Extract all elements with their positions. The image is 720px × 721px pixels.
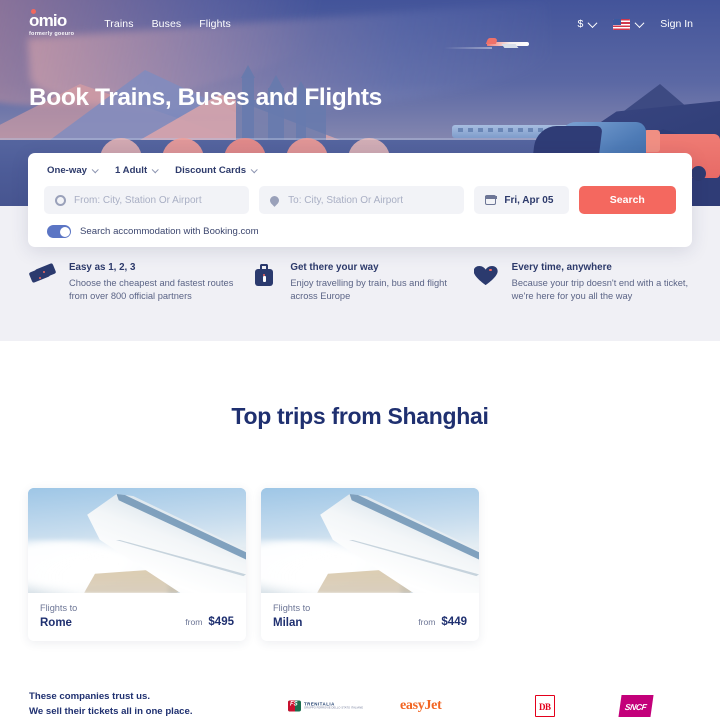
chevron-down-icon <box>587 17 598 28</box>
feature-easy-as-123: Easy as 1, 2, 3 Choose the cheapest and … <box>28 262 249 304</box>
nav-link-flights[interactable]: Flights <box>199 18 231 30</box>
sncf-logo-text: SNCF <box>624 701 648 712</box>
page-title: Book Trains, Buses and Flights <box>29 84 382 111</box>
chevron-down-icon <box>250 166 258 174</box>
trip-card-rome[interactable]: Flights to Rome from $495 <box>28 488 246 641</box>
us-flag-icon <box>613 18 631 30</box>
db-logo: DB <box>535 694 555 717</box>
destination-input[interactable]: To: City, Station Or Airport <box>259 186 465 214</box>
search-fields-row: From: City, Station Or Airport To: City,… <box>44 186 676 214</box>
logo-dot-icon <box>31 8 36 14</box>
top-trips-heading: Top trips from Shanghai <box>231 403 489 429</box>
destination-placeholder: To: City, Station Or Airport <box>288 194 404 206</box>
airplane-wing-photo <box>261 488 479 593</box>
passenger-selector[interactable]: 1 Adult <box>115 165 159 176</box>
top-navigation: omio formerly goeuro Trains Buses Flight… <box>0 0 720 48</box>
calendar-icon <box>484 195 497 205</box>
trenitalia-subtitle: GRUPPO FERROVIE DELLO STATO ITALIANE <box>304 706 364 710</box>
sign-in-button[interactable]: Sign In <box>660 18 693 30</box>
trip-card-kicker: Flights to <box>273 603 311 613</box>
trip-type-label: One-way <box>47 165 87 176</box>
accommodation-toggle-row: Search accommodation with Booking.com <box>44 225 676 238</box>
airplane-wing-photo <box>28 488 246 593</box>
price-from-label: from <box>185 617 203 627</box>
feature-every-time-anywhere: Every time, anywhere Because your trip d… <box>471 262 692 304</box>
feature-title: Every time, anywhere <box>511 262 612 273</box>
partners-section: These companies trust us. We sell their … <box>0 690 720 721</box>
logo-sub-prefix: formerly <box>29 30 55 37</box>
currency-value: $ <box>577 18 584 30</box>
search-options-row: One-way 1 Adult Discount Cards <box>44 165 676 176</box>
price-value: $495 <box>208 616 234 628</box>
logo-subtitle: formerly goeuro <box>29 31 74 37</box>
price-from-label: from <box>418 617 436 627</box>
partners-line-2: We sell their tickets all in one place. <box>29 705 193 717</box>
nav-link-buses[interactable]: Buses <box>152 18 182 30</box>
trip-type-selector[interactable]: One-way <box>47 165 99 176</box>
partner-logos: TRENITALIA GRUPPO FERROVIE DELLO STATO I… <box>280 690 710 721</box>
chevron-down-icon <box>634 17 645 28</box>
nav-link-trains[interactable]: Trains <box>104 18 133 30</box>
feature-title: Easy as 1, 2, 3 <box>69 262 136 273</box>
language-selector[interactable] <box>613 17 645 30</box>
suitcase-icon <box>249 262 279 304</box>
origin-input[interactable]: From: City, Station Or Airport <box>44 186 250 214</box>
feature-title: Get there your way <box>290 262 379 273</box>
omio-logo[interactable]: omio formerly goeuro <box>29 8 74 37</box>
discount-cards-label: Discount Cards <box>175 165 247 176</box>
db-logo-text: DB <box>539 701 551 712</box>
feature-description: Choose the cheapest and fastest routes f… <box>69 278 234 302</box>
trip-card-milan[interactable]: Flights to Milan from $449 <box>261 488 479 641</box>
circle-icon <box>55 194 66 206</box>
ticket-icon <box>28 262 58 304</box>
heart-icon <box>471 262 501 304</box>
passenger-label: 1 Adult <box>115 165 148 176</box>
logo-wordmark: omio <box>29 10 67 30</box>
trip-card-price: from $495 <box>185 616 234 628</box>
trenitalia-logo: TRENITALIA GRUPPO FERROVIE DELLO STATO I… <box>288 700 363 711</box>
trenitalia-mark-icon <box>288 700 301 711</box>
price-value: $449 <box>441 616 467 628</box>
partners-line-1: These companies trust us. <box>29 691 151 702</box>
origin-placeholder: From: City, Station Or Airport <box>74 194 202 206</box>
top-trips-cards: Flights to Rome from $495 Flights to Mil… <box>28 488 479 641</box>
location-pin-icon <box>268 193 282 207</box>
discount-cards-selector[interactable]: Discount Cards <box>175 165 258 176</box>
easyjet-logo: easyJet <box>400 697 442 713</box>
search-button[interactable]: Search <box>578 186 676 214</box>
nav-links: Trains Buses Flights <box>104 18 231 30</box>
currency-selector[interactable]: $ <box>577 17 598 30</box>
partners-text: These companies trust us. We sell their … <box>29 690 193 720</box>
accommodation-toggle[interactable] <box>47 225 71 238</box>
sncf-logo: SNCF <box>618 694 654 717</box>
trip-card-kicker: Flights to <box>40 603 78 613</box>
accommodation-toggle-label: Search accommodation with Booking.com <box>80 226 259 237</box>
feature-description: Because your trip doesn't end with a tic… <box>511 278 689 302</box>
date-input[interactable]: Fri, Apr 05 <box>474 186 569 214</box>
features-section: Easy as 1, 2, 3 Choose the cheapest and … <box>0 262 720 304</box>
chevron-down-icon <box>91 166 99 174</box>
logo-sub-brand: goeuro <box>54 30 75 37</box>
feature-get-there-your-way: Get there your way Enjoy travelling by t… <box>249 262 470 304</box>
trip-card-price: from $449 <box>418 616 467 628</box>
date-value: Fri, Apr 05 <box>504 194 554 206</box>
search-panel: One-way 1 Adult Discount Cards From: Cit… <box>28 153 692 247</box>
nav-right-controls: $ Sign In <box>577 17 693 30</box>
chevron-down-icon <box>151 166 159 174</box>
feature-description: Enjoy travelling by train, bus and fligh… <box>290 278 447 302</box>
